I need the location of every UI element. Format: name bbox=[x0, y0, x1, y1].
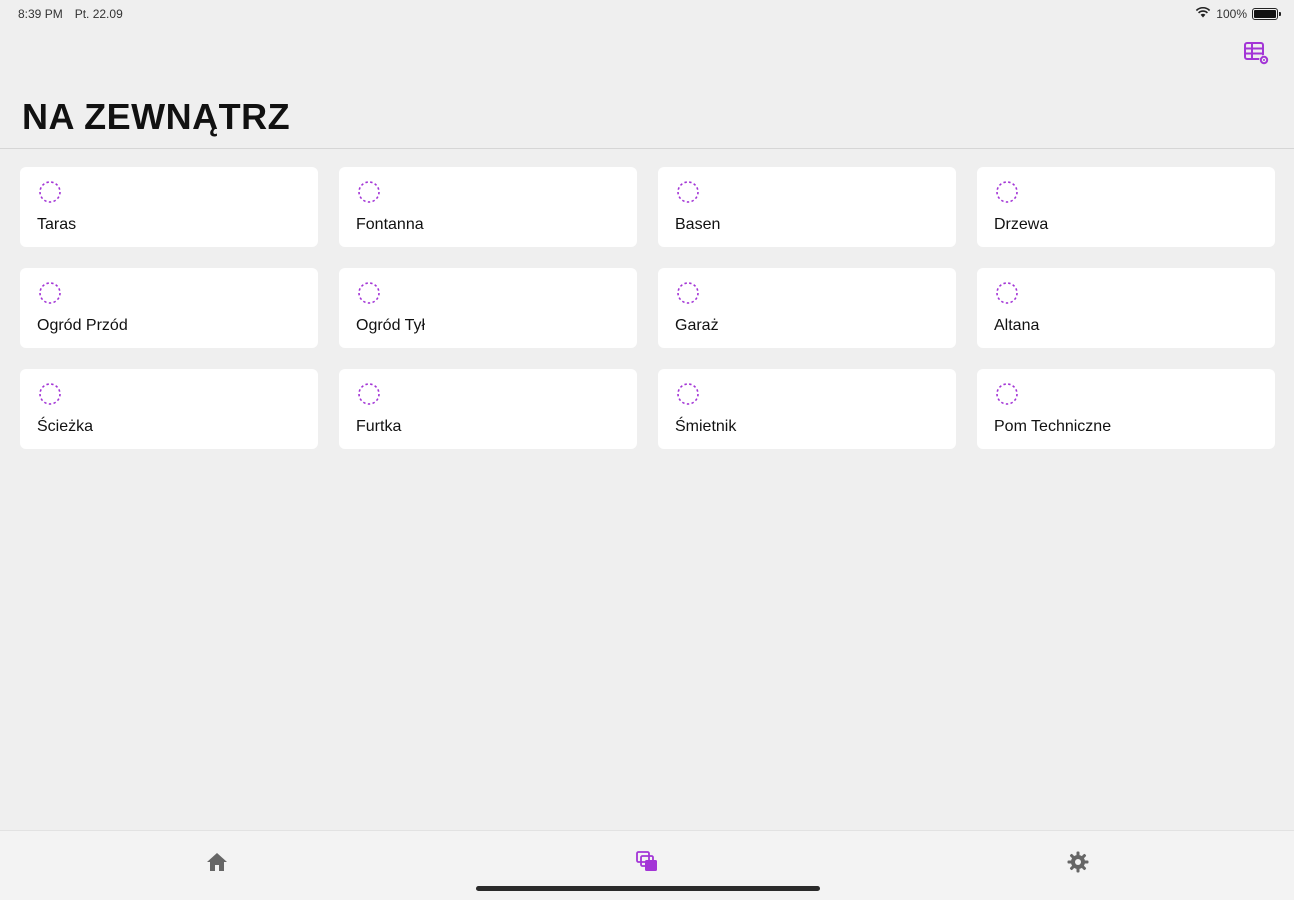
status-left: 8:39 PM Pt. 22.09 bbox=[18, 7, 123, 21]
home-indicator bbox=[476, 886, 820, 891]
page-title: NA ZEWNĄTRZ bbox=[22, 96, 291, 137]
wifi-icon bbox=[1195, 6, 1211, 21]
room-label: Śmietnik bbox=[675, 418, 737, 435]
room-icon bbox=[995, 281, 1019, 305]
room-icon bbox=[38, 180, 62, 204]
gear-icon bbox=[1066, 850, 1090, 879]
grid-edit-icon bbox=[1243, 41, 1271, 72]
room-label: Basen bbox=[675, 216, 721, 233]
room-icon bbox=[357, 382, 381, 406]
room-icon bbox=[676, 180, 700, 204]
room-icon bbox=[38, 281, 62, 305]
battery-percent: 100% bbox=[1216, 6, 1247, 21]
room-icon bbox=[357, 180, 381, 204]
room-label: Ogród Tył bbox=[356, 317, 426, 334]
room-label: Drzewa bbox=[994, 216, 1049, 233]
screen: 8:39 PM Pt. 22.09 100% NA ZEWNĄTRZ Taras… bbox=[0, 0, 1294, 900]
room-card-garaz[interactable]: Garaż bbox=[658, 268, 956, 348]
room-card-drzewa[interactable]: Drzewa bbox=[977, 167, 1275, 247]
room-card-furtka[interactable]: Furtka bbox=[339, 369, 637, 449]
status-bar: 8:39 PM Pt. 22.09 100% bbox=[0, 0, 1294, 28]
room-card-altana[interactable]: Altana bbox=[977, 268, 1275, 348]
tab-settings[interactable] bbox=[1058, 849, 1098, 879]
room-card-ogrod-przod[interactable]: Ogród Przód bbox=[20, 268, 318, 348]
room-label: Ogród Przód bbox=[37, 317, 128, 334]
room-card-fontanna[interactable]: Fontanna bbox=[339, 167, 637, 247]
room-card-smietnik[interactable]: Śmietnik bbox=[658, 369, 956, 449]
room-label: Taras bbox=[37, 216, 77, 233]
room-label: Furtka bbox=[356, 418, 402, 435]
room-icon bbox=[676, 382, 700, 406]
edit-grid-button[interactable] bbox=[1242, 41, 1272, 72]
room-label: Fontanna bbox=[356, 216, 424, 233]
room-icon bbox=[676, 281, 700, 305]
room-icon bbox=[995, 382, 1019, 406]
header-divider bbox=[0, 148, 1294, 149]
tab-home[interactable] bbox=[197, 849, 237, 879]
room-card-pom-techniczne[interactable]: Pom Techniczne bbox=[977, 369, 1275, 449]
room-card-ogrod-tyl[interactable]: Ogród Tył bbox=[339, 268, 637, 348]
room-card-taras[interactable]: Taras bbox=[20, 167, 318, 247]
room-card-sciezka[interactable]: Ścieżka bbox=[20, 369, 318, 449]
battery-icon bbox=[1252, 7, 1281, 20]
home-icon bbox=[205, 851, 229, 878]
room-grid: Taras Fontanna Basen Drzewa Ogród Przód bbox=[20, 167, 1276, 449]
room-icon bbox=[38, 382, 62, 406]
rooms-icon bbox=[634, 850, 660, 879]
status-time: 8:39 PM bbox=[18, 7, 63, 21]
status-date: Pt. 22.09 bbox=[74, 7, 123, 21]
room-icon bbox=[995, 180, 1019, 204]
tab-rooms[interactable] bbox=[627, 849, 667, 879]
room-icon bbox=[357, 281, 381, 305]
room-card-basen[interactable]: Basen bbox=[658, 167, 956, 247]
room-label: Pom Techniczne bbox=[994, 418, 1112, 435]
room-label: Ścieżka bbox=[37, 418, 94, 435]
room-label: Altana bbox=[994, 317, 1040, 334]
status-right: 100% bbox=[1195, 6, 1281, 21]
room-label: Garaż bbox=[675, 317, 719, 334]
